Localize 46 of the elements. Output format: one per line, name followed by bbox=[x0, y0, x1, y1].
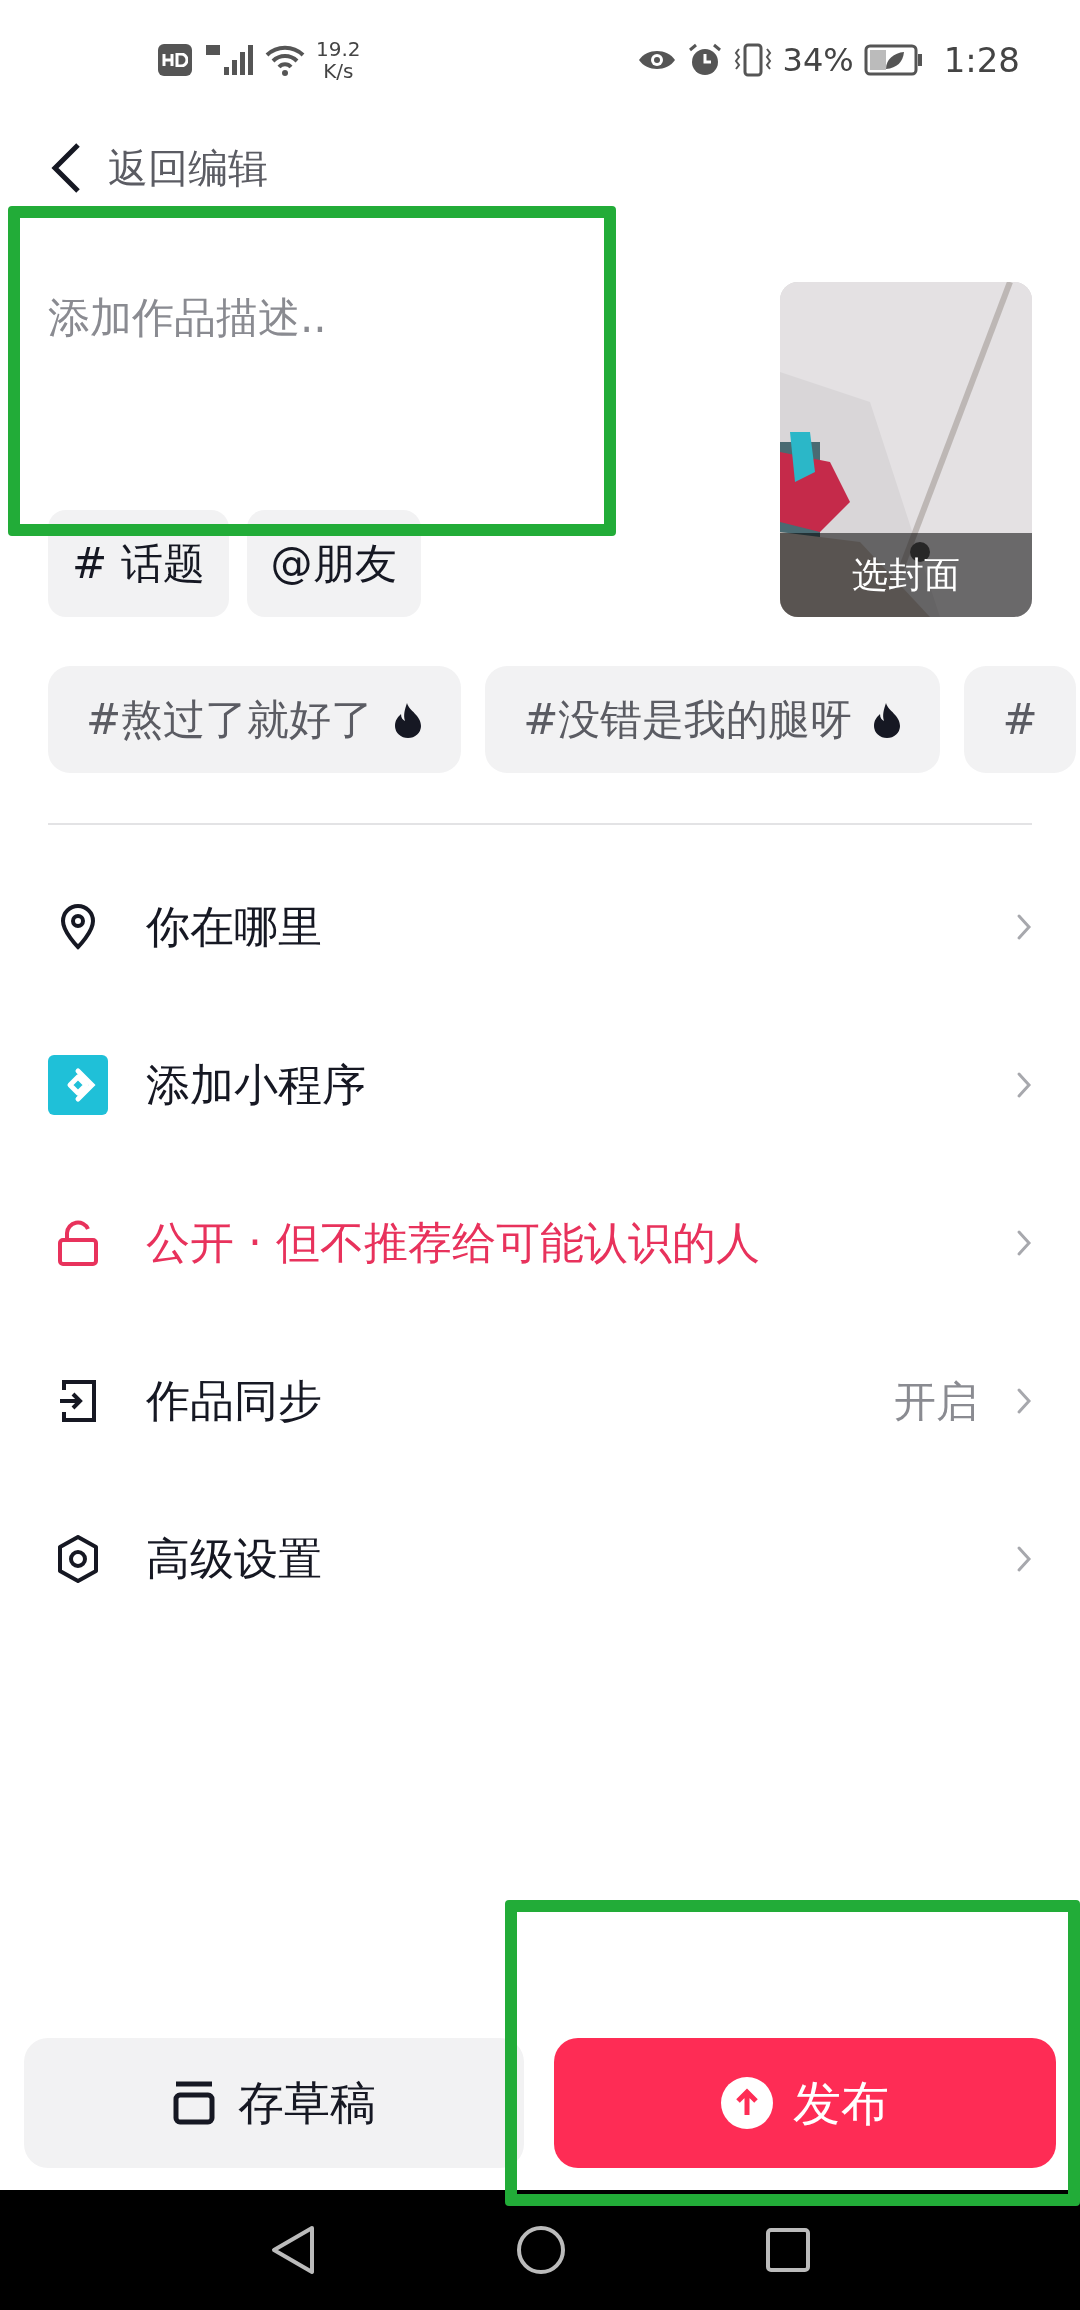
cover-thumbnail[interactable]: 选封面 bbox=[780, 282, 1032, 617]
sync-export-icon bbox=[58, 1378, 98, 1424]
settings-row-value: 开启 bbox=[894, 1375, 978, 1428]
trending-topic-chip[interactable]: #没错是我的腿呀 bbox=[485, 666, 941, 773]
back-chevron-icon bbox=[50, 142, 82, 194]
battery-icon bbox=[863, 44, 924, 76]
nav-back-icon[interactable] bbox=[270, 2225, 316, 2275]
network-speed: 19.2 bbox=[316, 38, 361, 60]
unlocked-padlock-icon bbox=[57, 1220, 99, 1266]
chevron-right-icon bbox=[1016, 913, 1032, 941]
chevron-right-icon bbox=[1016, 1387, 1032, 1415]
save-draft-button[interactable]: 存草稿 bbox=[24, 2038, 524, 2168]
flame-icon bbox=[872, 701, 903, 738]
nav-home-icon[interactable] bbox=[516, 2225, 566, 2275]
hexagon-settings-icon bbox=[56, 1535, 100, 1583]
draft-box-icon bbox=[172, 2081, 216, 2125]
clock-time: 1:28 bbox=[943, 38, 1020, 82]
location-pin-icon bbox=[58, 904, 98, 950]
trending-topic-chip[interactable]: # bbox=[964, 666, 1076, 773]
choose-cover-label: 选封面 bbox=[780, 533, 1032, 617]
settings-row-label: 高级设置 bbox=[146, 1532, 323, 1586]
settings-row[interactable]: 添加小程序 bbox=[0, 1006, 1080, 1164]
nav-recents-icon[interactable] bbox=[766, 2228, 810, 2272]
hd-icon bbox=[158, 44, 192, 76]
flame-icon bbox=[393, 701, 424, 738]
settings-row[interactable]: 公开 · 但不推荐给可能认识的人 bbox=[0, 1164, 1080, 1322]
settings-row-label: 添加小程序 bbox=[146, 1058, 367, 1112]
network-speed-unit: K/s bbox=[323, 60, 354, 82]
battery-percent: 34% bbox=[782, 40, 854, 81]
settings-row-label: 你在哪里 bbox=[146, 900, 323, 954]
settings-row[interactable]: 你在哪里 bbox=[0, 848, 1080, 1006]
alarm-clock-icon bbox=[686, 42, 723, 78]
description-field[interactable]: 添加作品描述.. bbox=[48, 256, 608, 510]
mini-program-icon bbox=[48, 1055, 108, 1115]
chevron-right-icon bbox=[1016, 1545, 1032, 1573]
publish-button[interactable]: 发布 bbox=[554, 2038, 1056, 2168]
back-button[interactable]: 返回编辑 bbox=[0, 120, 268, 216]
vibrate-icon bbox=[732, 43, 773, 77]
trending-topic-chip[interactable]: #熬过了就好了 bbox=[48, 666, 462, 773]
chevron-right-icon bbox=[1016, 1071, 1032, 1099]
settings-row[interactable]: 高级设置 bbox=[0, 1480, 1080, 1638]
chevron-right-icon bbox=[1016, 1229, 1032, 1257]
settings-row-label: 公开 · 但不推荐给可能认识的人 bbox=[146, 1216, 761, 1270]
wifi-icon bbox=[264, 43, 306, 77]
settings-row[interactable]: 作品同步 开启 bbox=[0, 1322, 1080, 1480]
settings-row-label: 作品同步 bbox=[146, 1374, 323, 1428]
